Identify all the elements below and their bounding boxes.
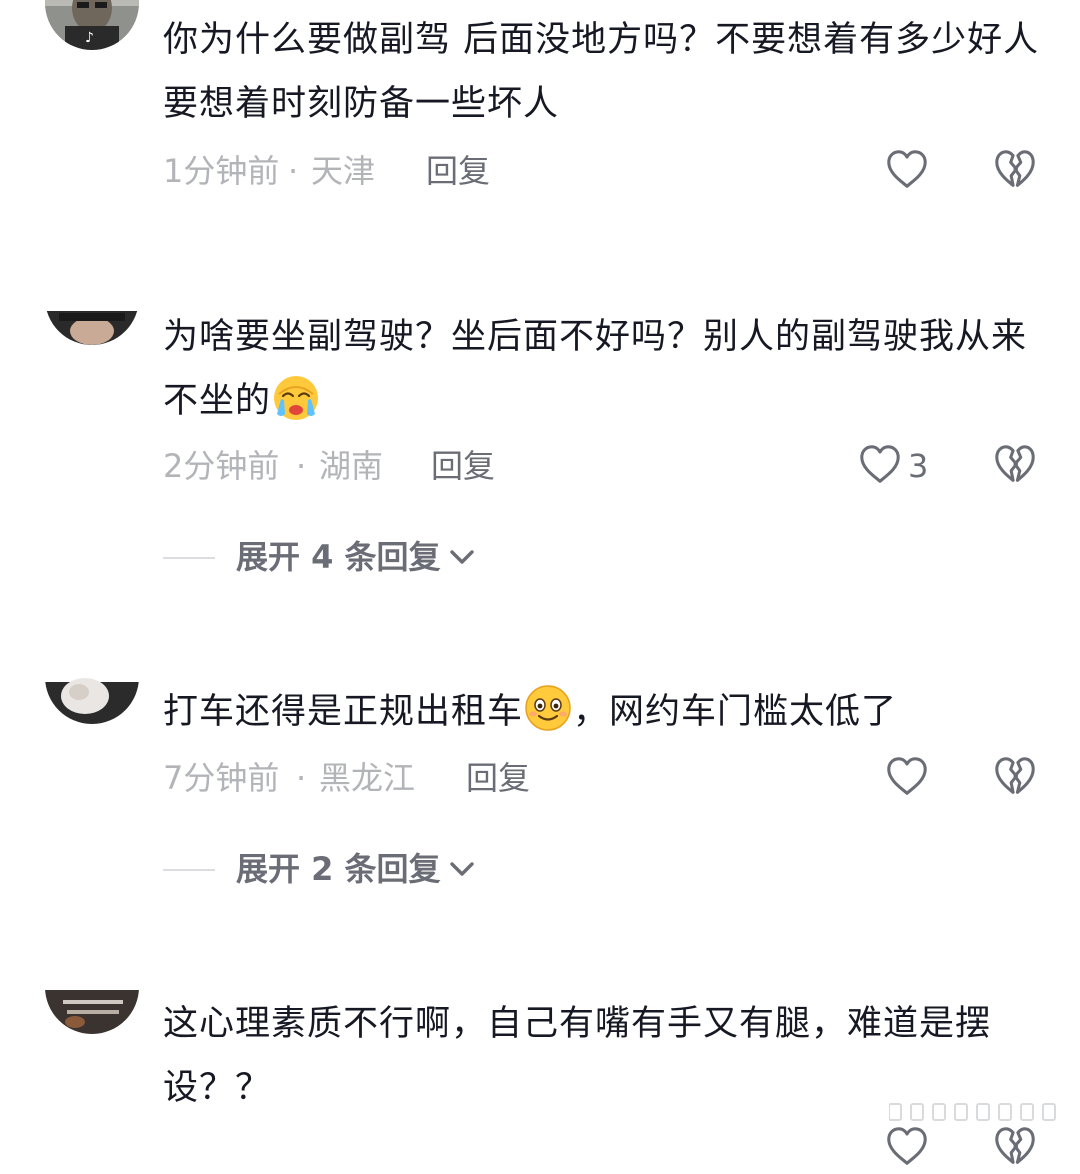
- heart-outline-icon: [884, 754, 930, 800]
- comment-item: 打车还得是正规出租车 ，网约车门槛太低了 7分钟前 · 黑龙江 回复 展开 2 …: [0, 630, 1080, 930]
- smiling-face-icon: [525, 685, 571, 731]
- comment-item: ♪ 你为什么要做副驾 后面没地方吗？不要想着有多少好人 要想着时刻防备一些坏人 …: [0, 0, 1080, 230]
- like-button[interactable]: [884, 147, 930, 193]
- comment-text: 打车还得是正规出租车 ，网约车门槛太低了: [163, 680, 1043, 744]
- chevron-down-icon: [447, 542, 477, 572]
- scroll-indicator[interactable]: [889, 1098, 1069, 1126]
- dislike-button[interactable]: [992, 754, 1038, 800]
- expand-replies-label: 展开 2 条回复: [236, 850, 441, 888]
- broken-heart-icon: [992, 754, 1038, 800]
- avatar[interactable]: [45, 251, 139, 345]
- broken-heart-icon: [992, 442, 1038, 488]
- dislike-button[interactable]: [992, 147, 1038, 193]
- heart-outline-icon: [884, 1124, 930, 1170]
- svg-text:♪: ♪: [85, 30, 94, 46]
- comment-location: 黑龙江: [319, 759, 416, 797]
- expand-replies-button[interactable]: 展开 2 条回复: [163, 844, 483, 894]
- comment-location: 湖南: [319, 447, 384, 485]
- comment-text-part: 打车还得是正规出租车: [163, 692, 524, 732]
- reply-button[interactable]: 回复: [466, 753, 530, 803]
- like-button[interactable]: [884, 754, 930, 800]
- reply-button[interactable]: 回复: [426, 146, 490, 196]
- dislike-button[interactable]: [992, 442, 1038, 488]
- like-button[interactable]: [884, 1124, 930, 1170]
- reply-button[interactable]: 回复: [431, 441, 495, 491]
- expand-replies-label: 展开 4 条回复: [236, 538, 441, 576]
- expand-replies-button[interactable]: 展开 4 条回复: [163, 532, 483, 582]
- heart-outline-icon: [884, 147, 930, 193]
- meta-separator: ·: [296, 447, 307, 485]
- chevron-down-icon: [447, 854, 477, 884]
- heart-outline-icon: [857, 442, 903, 488]
- divider-line: [163, 869, 215, 871]
- divider-line: [163, 557, 215, 559]
- comment-text: 为啥要坐副驾驶？坐后面不好吗？别人的副驾驶我从来不坐的: [163, 305, 1043, 433]
- comment-time: 2分钟前: [163, 447, 280, 485]
- meta-separator: ·: [288, 152, 299, 190]
- comment-item: 为啥要坐副驾驶？坐后面不好吗？别人的副驾驶我从来不坐的 2分钟前 · 湖南 回复…: [0, 250, 1080, 590]
- comment-location: 天津: [311, 152, 376, 190]
- avatar[interactable]: [45, 630, 139, 724]
- like-button[interactable]: [857, 442, 903, 488]
- like-count: 3: [908, 447, 929, 485]
- avatar[interactable]: [45, 940, 139, 1034]
- comment-text: 你为什么要做副驾 后面没地方吗？不要想着有多少好人 要想着时刻防备一些坏人: [163, 20, 1040, 124]
- dislike-button[interactable]: [992, 1124, 1038, 1170]
- crying-face-icon: [274, 376, 319, 420]
- avatar[interactable]: ♪: [45, 0, 139, 50]
- comment-time: 1分钟前: [163, 152, 280, 190]
- broken-heart-icon: [992, 147, 1038, 193]
- comment-time: 7分钟前: [163, 759, 280, 797]
- meta-separator: ·: [296, 759, 307, 797]
- broken-heart-icon: [992, 1124, 1038, 1170]
- comment-text-part: ，网约车门槛太低了: [573, 692, 898, 732]
